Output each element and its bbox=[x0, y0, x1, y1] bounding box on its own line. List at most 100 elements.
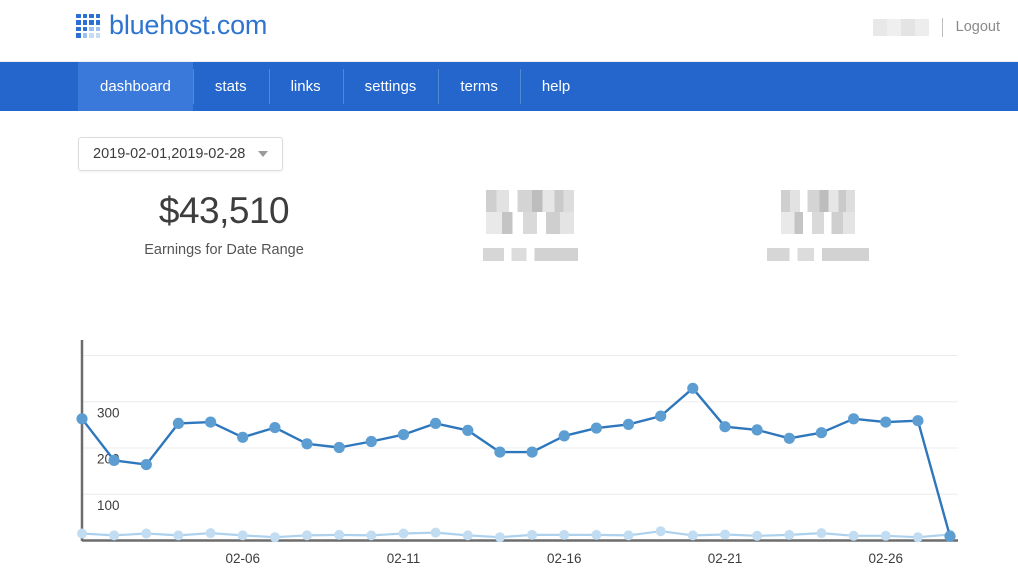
nav-item-stats[interactable]: stats bbox=[193, 62, 269, 111]
chart-point[interactable] bbox=[687, 383, 698, 394]
account-name-redacted bbox=[873, 19, 929, 36]
chart-point[interactable] bbox=[559, 430, 570, 441]
chart-xtick-02-06: 02-06 bbox=[225, 551, 260, 566]
chart-point[interactable] bbox=[141, 529, 151, 539]
chart-point[interactable] bbox=[880, 417, 891, 428]
nav-items: dashboard stats links settings terms hel… bbox=[78, 62, 592, 111]
chart-point[interactable] bbox=[141, 459, 152, 470]
chart-ytick-200: 200 bbox=[97, 452, 120, 467]
chevron-down-icon bbox=[258, 151, 268, 157]
chart-series-secondary-points bbox=[77, 526, 955, 542]
chart-point[interactable] bbox=[173, 530, 183, 540]
chart-point[interactable] bbox=[784, 433, 795, 444]
chart-point[interactable] bbox=[849, 531, 859, 541]
nav-item-dashboard[interactable]: dashboard bbox=[78, 62, 193, 111]
chart-point[interactable] bbox=[624, 530, 634, 540]
chart-point[interactable] bbox=[173, 418, 184, 429]
chart-point[interactable] bbox=[720, 530, 730, 540]
logout-link[interactable]: Logout bbox=[956, 19, 1000, 35]
chart-ytick-300: 300 bbox=[97, 405, 120, 420]
brand-logo[interactable]: bluehost.com bbox=[76, 12, 267, 39]
chart-point[interactable] bbox=[816, 427, 827, 438]
chart-series-secondary-line bbox=[82, 531, 950, 537]
chart-series-primary-points bbox=[76, 383, 955, 542]
chart-point[interactable] bbox=[527, 530, 537, 540]
chart-point[interactable] bbox=[688, 530, 698, 540]
chart-point[interactable] bbox=[591, 530, 601, 540]
chart-point[interactable] bbox=[301, 438, 312, 449]
chart-xtick-labels: 02-06 02-11 02-16 02-21 02-26 bbox=[225, 551, 902, 566]
chart-ytick-labels: 100 200 300 bbox=[97, 405, 120, 513]
chart-point[interactable] bbox=[591, 423, 602, 434]
chart-point[interactable] bbox=[398, 429, 409, 440]
chart-point[interactable] bbox=[109, 530, 119, 540]
chart-point[interactable] bbox=[623, 419, 634, 430]
stat-redacted-2-label bbox=[767, 248, 869, 261]
chart-point[interactable] bbox=[431, 528, 441, 538]
chart-point[interactable] bbox=[656, 526, 666, 536]
chart-point[interactable] bbox=[784, 530, 794, 540]
chart-point[interactable] bbox=[881, 531, 891, 541]
chart-point[interactable] bbox=[366, 530, 376, 540]
chart-point[interactable] bbox=[655, 411, 666, 422]
chart-point[interactable] bbox=[913, 532, 923, 542]
account-area: Logout bbox=[873, 14, 1000, 40]
chart-series-primary-line bbox=[82, 388, 950, 536]
chart-point[interactable] bbox=[109, 455, 120, 466]
brand-name: bluehost.com bbox=[109, 12, 267, 39]
chart-point[interactable] bbox=[944, 531, 955, 542]
chart-point[interactable] bbox=[205, 417, 216, 428]
chart-point[interactable] bbox=[237, 432, 248, 443]
chart-point[interactable] bbox=[366, 436, 377, 447]
chart-point[interactable] bbox=[912, 415, 923, 426]
chart-point[interactable] bbox=[206, 528, 216, 538]
chart-xtick-02-26: 02-26 bbox=[868, 551, 903, 566]
chart-point[interactable] bbox=[77, 529, 87, 539]
top-header-bar: bluehost.com Logout bbox=[0, 0, 1018, 62]
chart-point[interactable] bbox=[463, 530, 473, 540]
main-navigation-bar: dashboard stats links settings terms hel… bbox=[0, 62, 1018, 111]
chart-ytick-100: 100 bbox=[97, 498, 120, 513]
chart-point[interactable] bbox=[495, 532, 505, 542]
nav-item-terms[interactable]: terms bbox=[438, 62, 520, 111]
chart-point[interactable] bbox=[945, 530, 955, 540]
chart-point[interactable] bbox=[334, 442, 345, 453]
date-range-selector[interactable]: 2019-02-01,2019-02-28 bbox=[78, 137, 283, 171]
nav-item-help[interactable]: help bbox=[520, 62, 592, 111]
chart-point[interactable] bbox=[462, 425, 473, 436]
chart-point[interactable] bbox=[816, 528, 826, 538]
chart-point[interactable] bbox=[399, 529, 409, 539]
chart-xtick-02-11: 02-11 bbox=[387, 551, 421, 566]
bluehost-grid-logo-icon bbox=[76, 14, 100, 38]
summary-stats: $43,510 Earnings for Date Range bbox=[0, 190, 1018, 280]
chart-point[interactable] bbox=[302, 530, 312, 540]
nav-item-settings[interactable]: settings bbox=[343, 62, 439, 111]
account-divider bbox=[942, 18, 943, 37]
chart-gridlines bbox=[82, 356, 958, 495]
chart-point[interactable] bbox=[559, 530, 569, 540]
chart-point[interactable] bbox=[752, 424, 763, 435]
chart-xtick-02-21: 02-21 bbox=[708, 551, 743, 566]
chart-point[interactable] bbox=[848, 413, 859, 424]
stat-earnings-value: $43,510 bbox=[120, 190, 328, 233]
chart-point[interactable] bbox=[334, 530, 344, 540]
chart-point[interactable] bbox=[270, 532, 280, 542]
stat-redacted-2-value bbox=[781, 190, 855, 234]
nav-item-links[interactable]: links bbox=[269, 62, 343, 111]
stat-redacted-1-label bbox=[483, 248, 578, 261]
stat-redacted-2 bbox=[728, 190, 908, 261]
stat-earnings: $43,510 Earnings for Date Range bbox=[120, 190, 328, 258]
chart-point[interactable] bbox=[719, 421, 730, 432]
chart-point[interactable] bbox=[527, 447, 538, 458]
stat-redacted-1-value bbox=[486, 190, 574, 234]
date-range-value: 2019-02-01,2019-02-28 bbox=[93, 146, 245, 162]
chart-point[interactable] bbox=[752, 531, 762, 541]
stat-earnings-label: Earnings for Date Range bbox=[120, 242, 328, 258]
chart-xtick-02-16: 02-16 bbox=[547, 551, 582, 566]
chart-point[interactable] bbox=[269, 422, 280, 433]
stat-redacted-1 bbox=[440, 190, 620, 261]
chart-point[interactable] bbox=[76, 413, 87, 424]
chart-point[interactable] bbox=[494, 447, 505, 458]
chart-point[interactable] bbox=[238, 530, 248, 540]
chart-point[interactable] bbox=[430, 418, 441, 429]
